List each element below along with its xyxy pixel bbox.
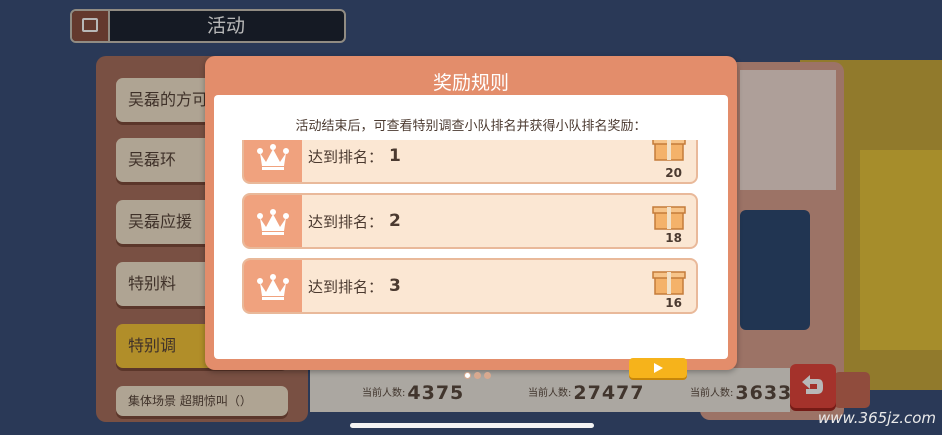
reward-box[interactable]: 18 bbox=[650, 195, 688, 247]
modal-title: 奖励规则 bbox=[432, 72, 509, 94]
rank-row: 达到排名： 1 20 bbox=[242, 140, 698, 184]
reward-box[interactable]: 20 bbox=[650, 140, 688, 182]
gift-box-icon bbox=[652, 271, 686, 295]
page-dot-current[interactable] bbox=[464, 372, 471, 379]
gift-box-icon bbox=[652, 206, 686, 230]
rank-row: 达到排名： 2 18 bbox=[242, 193, 698, 249]
crown-badge bbox=[244, 260, 302, 312]
reward-rules-modal: 奖励规则 活动结束后，可查看特别调查小队排名并获得小队排名奖励： 达到排名：1 bbox=[205, 56, 737, 379]
pagination-dots bbox=[464, 364, 494, 383]
crown-badge bbox=[244, 140, 302, 182]
page-dot[interactable] bbox=[484, 372, 491, 379]
modal-body: 活动结束后，可查看特别调查小队排名并获得小队排名奖励： 达到排名： 1 20 达… bbox=[214, 95, 728, 379]
page-dot[interactable] bbox=[474, 372, 481, 379]
reward-box[interactable]: 16 bbox=[650, 260, 688, 312]
crown-badge bbox=[244, 195, 302, 247]
next-page-button[interactable] bbox=[629, 358, 687, 378]
rules-description: 活动结束后，可查看特别调查小队排名并获得小队排名奖励： bbox=[295, 119, 647, 134]
crown-icon bbox=[257, 274, 289, 300]
crown-icon bbox=[257, 209, 289, 235]
home-indicator[interactable] bbox=[350, 423, 594, 428]
gift-box-icon bbox=[652, 140, 686, 161]
rank-row: 达到排名： 3 16 bbox=[242, 258, 698, 314]
crown-icon bbox=[257, 144, 289, 170]
rank-reward-list[interactable]: 达到排名： 1 20 达到排名： 2 18 达到排名： 3 16 bbox=[242, 140, 700, 346]
watermark: www.365jz.com bbox=[817, 409, 936, 427]
play-arrow-icon bbox=[654, 363, 663, 373]
